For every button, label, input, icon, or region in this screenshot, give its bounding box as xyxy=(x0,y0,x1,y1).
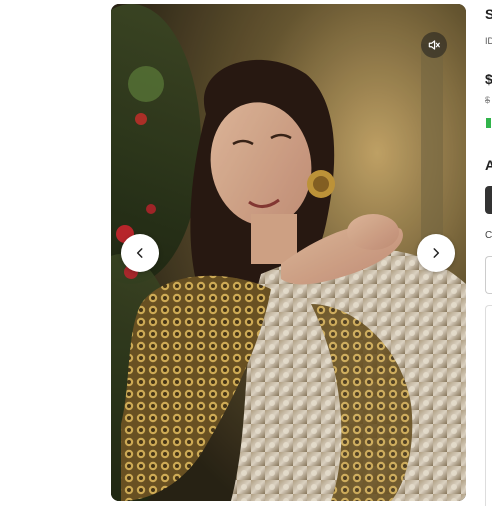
section-heading: A xyxy=(485,157,492,173)
field-label: C xyxy=(485,230,492,241)
option-select[interactable] xyxy=(485,256,492,294)
product-price: $ xyxy=(485,71,492,87)
product-photo xyxy=(111,4,466,501)
previous-image-button[interactable] xyxy=(121,234,159,272)
product-details-panel: S ID $ $ A C xyxy=(485,0,492,520)
mute-button[interactable] xyxy=(421,32,447,58)
product-media-viewer[interactable] xyxy=(111,4,466,501)
product-sku: ID xyxy=(485,36,492,46)
stock-indicator xyxy=(486,118,491,128)
product-title: S xyxy=(485,6,492,22)
info-panel xyxy=(485,305,492,506)
chevron-right-icon xyxy=(433,248,440,258)
chevron-left-icon xyxy=(136,248,143,258)
product-page: S ID $ $ A C xyxy=(0,0,492,520)
next-image-button[interactable] xyxy=(417,234,455,272)
product-original-price: $ xyxy=(485,95,491,105)
option-chip[interactable] xyxy=(485,186,492,214)
speaker-muted-icon xyxy=(428,40,440,50)
